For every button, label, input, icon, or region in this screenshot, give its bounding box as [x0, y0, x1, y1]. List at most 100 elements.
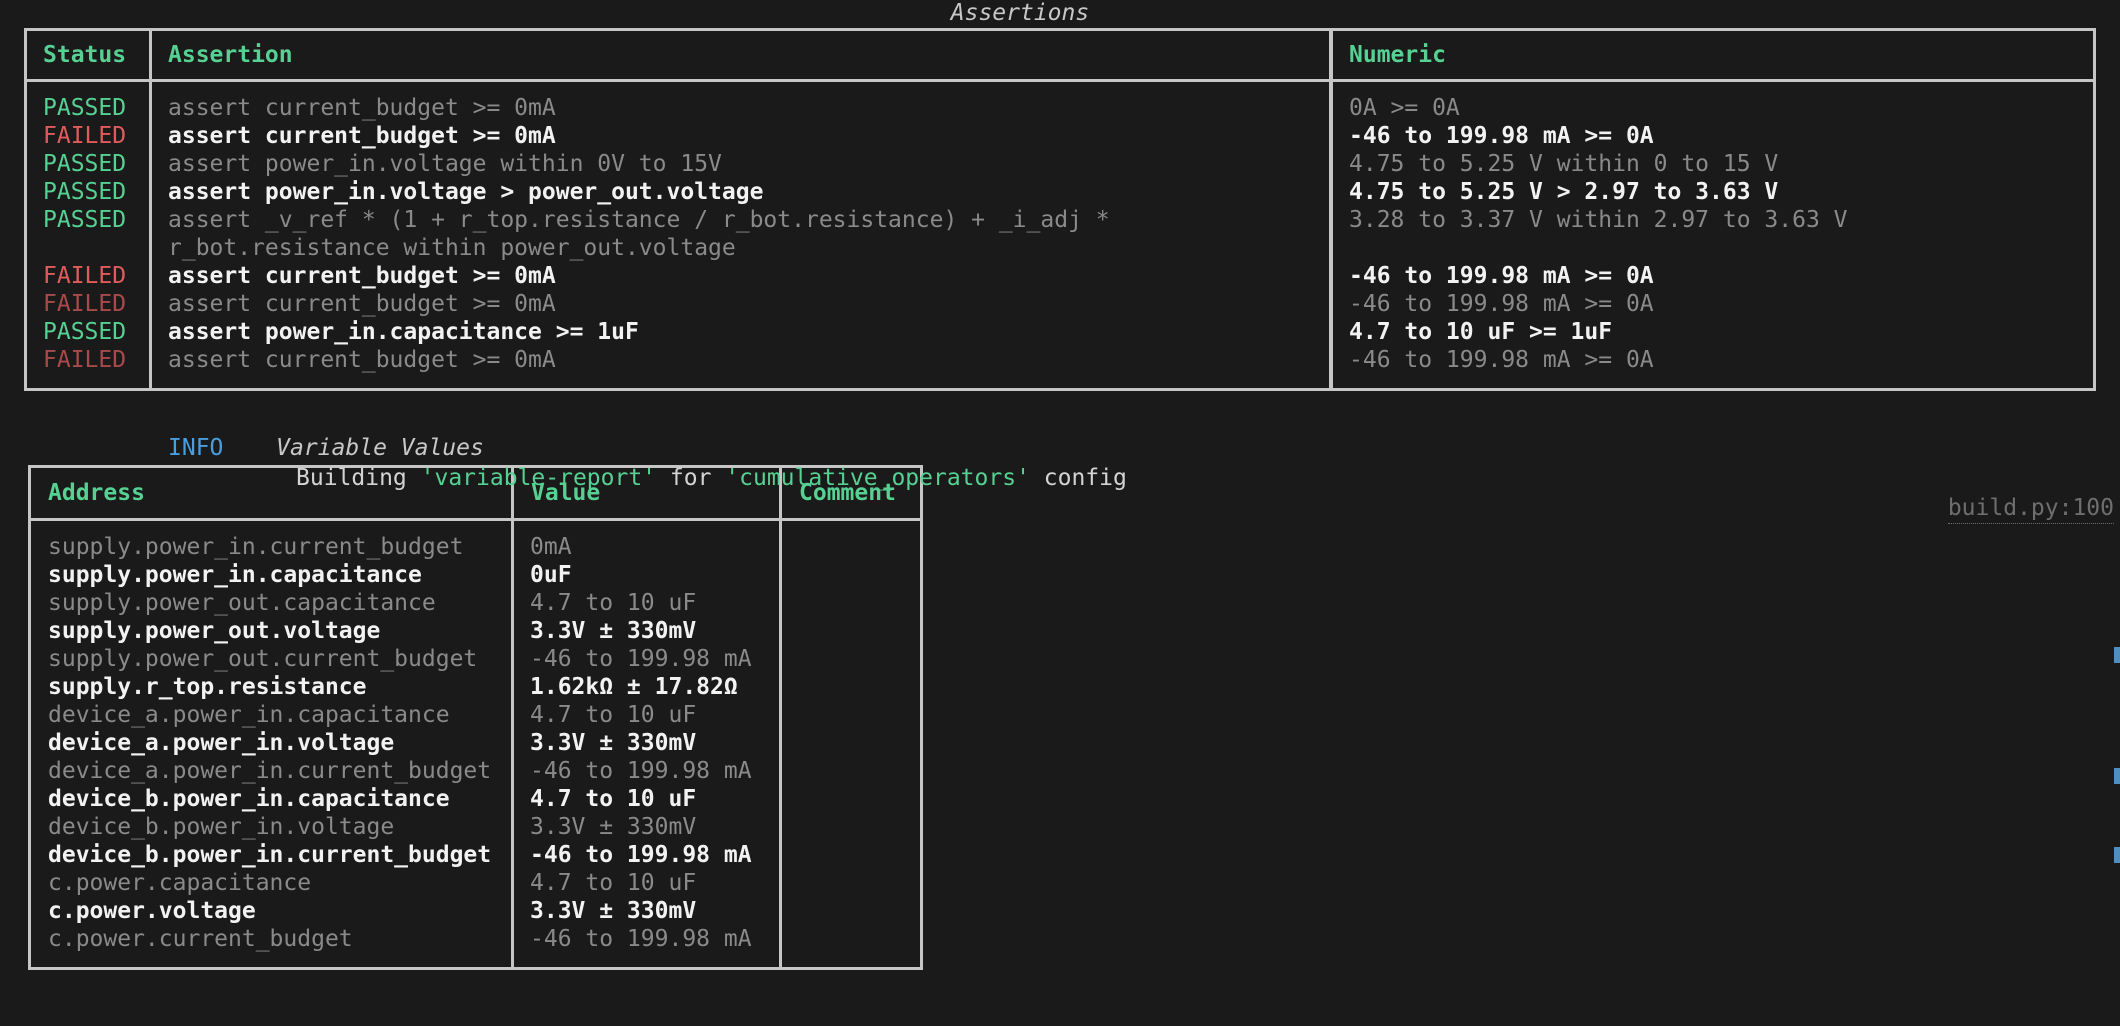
variable-values-caption: Variable Values — [276, 435, 484, 461]
variable-address-column: supply.power_in.current_budget supply.pow… — [31, 521, 511, 967]
variable-address: supply.power_out.voltage — [48, 618, 381, 644]
assertions-caption: Assertions — [950, 0, 1090, 26]
assertion-numeric: 4.75 to 5.25 V within 0 to 15 V — [1349, 151, 1779, 177]
variable-address: c.power.capacitance — [48, 870, 312, 896]
assertion-numeric: -46 to 199.98 mA >= 0A — [1349, 347, 1654, 373]
assertion-expression: assert power_in.voltage within 0V to 15V — [168, 151, 722, 177]
variable-address: supply.power_in.current_budget — [48, 534, 464, 560]
variable-value: 4.7 to 10 uF — [530, 702, 697, 728]
variable-value: 3.3V ± 330mV — [530, 730, 697, 756]
variable-value: 0mA — [530, 534, 572, 560]
assertion-numeric: 4.75 to 5.25 V > 2.97 to 3.63 V — [1349, 179, 1779, 205]
variable-address: supply.power_out.current_budget — [48, 646, 478, 672]
assertion-expression: assert current_budget >= 0mA — [168, 263, 556, 289]
variable-comment — [799, 841, 906, 869]
variable-comment — [799, 533, 906, 561]
variable-value: -46 to 199.98 mA — [530, 842, 752, 868]
variable-comment — [799, 757, 906, 785]
variable-comment — [799, 869, 906, 897]
edge-marker — [2114, 768, 2120, 784]
assertion-expression: assert current_budget >= 0mA — [168, 347, 556, 373]
assertions-table: Status Assertion Numeric PASSED FAILED PAS… — [24, 28, 2096, 391]
assertion-expression: assert current_budget >= 0mA — [168, 95, 556, 121]
assertion-numeric: -46 to 199.98 mA >= 0A — [1349, 123, 1654, 149]
assertion-numeric: -46 to 199.98 mA >= 0A — [1349, 291, 1654, 317]
assertion-expression: assert power_in.voltage > power_out.volt… — [168, 179, 764, 205]
variable-value: -46 to 199.98 mA — [530, 758, 752, 784]
log-line: INFO Building 'variable-report' for 'cum… — [0, 403, 2120, 524]
log-message-prefix: Building — [296, 465, 421, 491]
variable-comment — [799, 701, 906, 729]
variable-address: supply.r_top.resistance — [48, 674, 367, 700]
variable-comment — [799, 785, 906, 813]
variable-comment — [799, 617, 906, 645]
assertion-status: PASSED — [43, 319, 127, 345]
edge-marker — [2114, 647, 2120, 663]
assertions-text-column: assert current_budget >= 0mA assert curre… — [149, 82, 1329, 388]
assertion-numeric: 0A >= 0A — [1349, 95, 1460, 121]
log-config-name: 'cumulative_operators' — [725, 465, 1030, 491]
assertions-header-row: Status Assertion Numeric — [27, 31, 2093, 82]
assertion-expression: assert current_budget >= 0mA — [168, 123, 556, 149]
terminal-report-screen: Assertions Status Assertion Numeric PASS… — [0, 0, 2120, 1026]
variable-comment — [799, 897, 906, 925]
assertion-status: FAILED — [43, 263, 127, 289]
variable-comment — [799, 589, 906, 617]
variable-value: 3.3V ± 330mV — [530, 898, 697, 924]
assertions-numeric-column: 0A >= 0A -46 to 199.98 mA >= 0A 4.75 to 5.… — [1330, 82, 2097, 388]
assertion-numeric: 4.7 to 10 uF >= 1uF — [1349, 319, 1613, 345]
variable-address: c.power.current_budget — [48, 926, 353, 952]
variable-comment — [799, 645, 906, 673]
variable-address: supply.power_out.capacitance — [48, 590, 436, 616]
variable-value: 1.62kΩ ± 17.82Ω — [530, 674, 738, 700]
variable-address: device_b.power_in.capacitance — [48, 786, 450, 812]
edge-marker — [2114, 847, 2120, 863]
assertion-expression: assert _v_ref * (1 + r_top.resistance / … — [168, 207, 1124, 261]
variable-comment — [799, 673, 906, 701]
assertion-status: PASSED — [43, 95, 127, 121]
log-message-suffix: config — [1029, 465, 1127, 491]
variable-value: 4.7 to 10 uF — [530, 786, 697, 812]
variable-address: c.power.voltage — [48, 898, 256, 924]
variable-address: device_b.power_in.voltage — [48, 814, 395, 840]
variable-value: 3.3V ± 330mV — [530, 618, 697, 644]
assertion-status: PASSED — [43, 151, 127, 177]
variable-comment — [799, 729, 906, 757]
variable-comment — [799, 925, 906, 953]
assertion-status: FAILED — [43, 291, 127, 317]
log-message-middle: for — [656, 465, 726, 491]
variable-value-column: 0mA 0uF 4.7 to 10 uF 3.3V ± 330mV -46 to 199… — [511, 521, 779, 967]
assertions-status-column: PASSEDFAILEDPASSEDPASSEDPASSED.FAILEDFAI… — [27, 82, 149, 388]
column-header-assertion: Assertion — [149, 31, 1329, 79]
assertion-numeric: -46 to 199.98 mA >= 0A — [1349, 263, 1654, 289]
variable-value: 4.7 to 10 uF — [530, 590, 697, 616]
variable-address: supply.power_in.capacitance — [48, 562, 422, 588]
assertion-status: FAILED — [43, 347, 127, 373]
column-header-numeric: Numeric — [1330, 31, 2097, 79]
variable-comment — [799, 813, 906, 841]
assertion-expression: assert current_budget >= 0mA — [168, 291, 556, 317]
assertions-body: PASSEDFAILEDPASSEDPASSEDPASSED.FAILEDFAI… — [27, 82, 2093, 388]
variable-value: 0uF — [530, 562, 572, 588]
assertion-expression: assert power_in.capacitance >= 1uF — [168, 319, 639, 345]
variable-values-table: Address Value Comment supply.power_in.cu… — [28, 465, 923, 970]
log-source-link[interactable]: build.py:100 — [1947, 493, 2114, 524]
variable-value: -46 to 199.98 mA — [530, 926, 752, 952]
log-level-badge: INFO — [168, 435, 224, 461]
assertion-status: FAILED — [43, 123, 127, 149]
variable-address: device_a.power_in.voltage — [48, 730, 395, 756]
variable-address: device_a.power_in.current_budget — [48, 758, 492, 784]
column-header-status: Status — [43, 42, 127, 68]
variable-value: 3.3V ± 330mV — [530, 814, 697, 840]
assertion-numeric: 3.28 to 3.37 V within 2.97 to 3.63 V — [1349, 207, 1848, 233]
assertion-status: PASSED — [43, 179, 127, 205]
variable-value: -46 to 199.98 mA — [530, 646, 752, 672]
log-message: Building 'variable-report' for 'cumulati… — [296, 463, 1127, 493]
variable-values-body: supply.power_in.current_budget supply.pow… — [31, 521, 920, 967]
assertion-status: PASSED — [43, 207, 127, 233]
variable-address: device_a.power_in.capacitance — [48, 702, 450, 728]
variable-comment — [799, 561, 906, 589]
variable-comment-column — [779, 521, 920, 967]
log-report-name: 'variable-report' — [420, 465, 657, 491]
variable-address: device_b.power_in.current_budget — [48, 842, 492, 868]
